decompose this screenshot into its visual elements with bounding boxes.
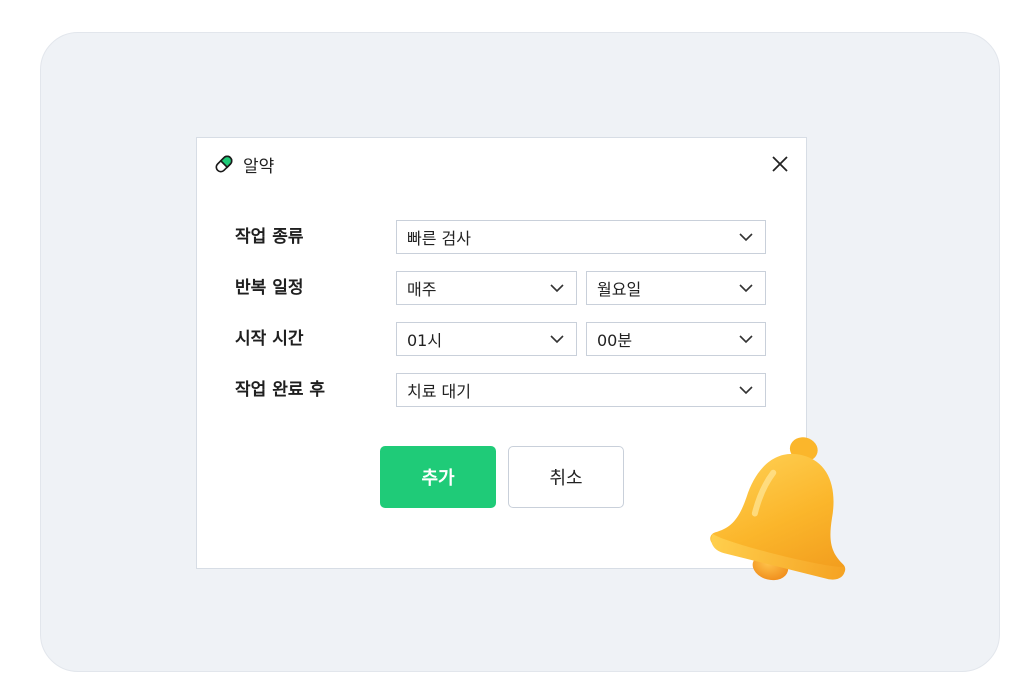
chevron-down-icon	[739, 335, 753, 344]
start-minute-select[interactable]: 00분	[586, 322, 766, 356]
pill-icon	[215, 155, 233, 173]
chevron-down-icon	[739, 233, 753, 242]
repeat-day-select[interactable]: 월요일	[586, 271, 766, 305]
after-task-select[interactable]: 치료 대기	[396, 373, 766, 407]
dialog-header: 알약	[213, 152, 275, 177]
start-hour-select[interactable]: 01시	[396, 322, 577, 356]
task-type-row: 작업 종류 빠른 검사	[235, 220, 769, 254]
add-button[interactable]: 추가	[380, 446, 496, 508]
task-type-label: 작업 종류	[235, 227, 304, 247]
repeat-schedule-row: 반복 일정 매주 월요일	[235, 271, 769, 305]
repeat-schedule-label: 반복 일정	[235, 278, 304, 298]
task-type-select[interactable]: 빠른 검사	[396, 220, 766, 254]
after-task-row: 작업 완료 후 치료 대기	[235, 373, 769, 407]
chevron-down-icon	[739, 284, 753, 293]
after-task-value: 치료 대기	[407, 382, 471, 401]
repeat-day-value: 월요일	[597, 280, 642, 299]
repeat-frequency-value: 매주	[407, 280, 437, 299]
close-icon[interactable]	[770, 154, 790, 174]
chevron-down-icon	[550, 335, 564, 344]
cancel-button[interactable]: 취소	[508, 446, 624, 508]
repeat-frequency-select[interactable]: 매주	[396, 271, 577, 305]
chevron-down-icon	[550, 284, 564, 293]
start-minute-value: 00분	[597, 331, 633, 350]
after-task-label: 작업 완료 후	[235, 380, 326, 400]
chevron-down-icon	[739, 386, 753, 395]
dialog-title: 알약	[243, 156, 275, 177]
start-time-row: 시작 시간 01시 00분	[235, 322, 769, 356]
bell-icon	[710, 437, 846, 581]
task-type-value: 빠른 검사	[407, 229, 471, 248]
start-hour-value: 01시	[407, 331, 443, 350]
start-time-label: 시작 시간	[235, 329, 304, 349]
